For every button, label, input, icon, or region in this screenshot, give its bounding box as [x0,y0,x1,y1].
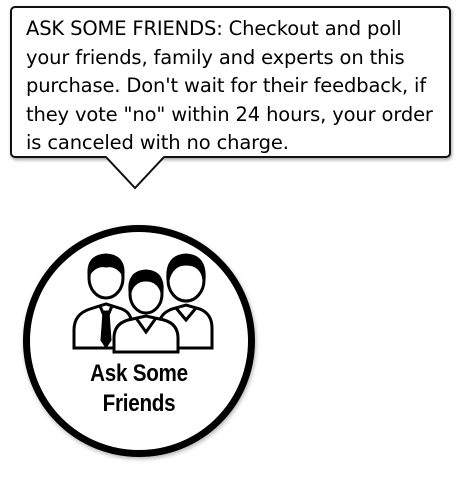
badge-label: Ask Some Friends [45,359,232,419]
badge-label-line-1: Ask Some [90,360,188,387]
tooltip-pointer [106,156,164,190]
info-tooltip: ASK SOME FRIENDS: Checkout and poll your… [10,6,451,158]
group-of-people-icon [72,253,214,354]
badge-label-line-2: Friends [102,390,176,417]
tooltip-text: ASK SOME FRIENDS: Checkout and poll your… [26,17,433,154]
ask-some-friends-button[interactable]: Ask Some Friends [23,225,255,457]
